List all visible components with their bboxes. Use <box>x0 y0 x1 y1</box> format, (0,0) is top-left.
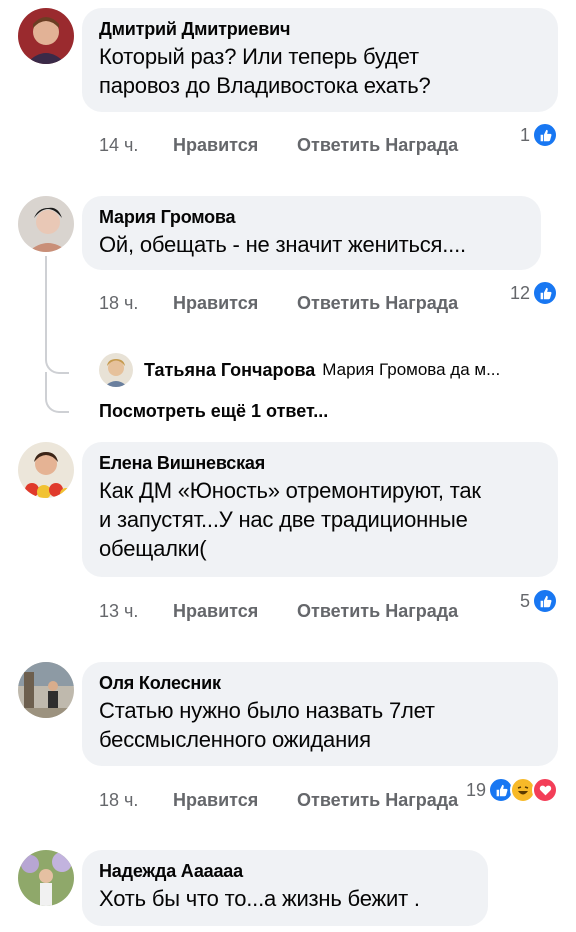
comment-time[interactable]: 14 ч. <box>99 134 173 156</box>
comment-text-line: Который раз? Или теперь будет <box>99 44 419 69</box>
reply-snippet: Мария Громова да м... <box>322 360 501 379</box>
comment-author[interactable]: Елена Вишневская <box>99 452 540 474</box>
comment-text-line: Хоть бы что то...а жизнь бежит . <box>99 886 420 911</box>
award-button[interactable]: Награда <box>385 134 458 156</box>
award-button[interactable]: Награда <box>385 789 458 811</box>
comment-text: Хоть бы что то...а жизнь бежит . <box>99 884 470 913</box>
reaction-count: 19 <box>465 780 486 800</box>
comment-actions: 14 ч. Нравится Ответить Награда <box>99 125 458 156</box>
thumbs-up-icon <box>532 588 558 614</box>
comment-text-line: Ой, обещать - не значит жениться.... <box>99 232 466 257</box>
award-button[interactable]: Награда <box>385 600 458 622</box>
reply-button[interactable]: Ответить <box>297 789 380 811</box>
avatar[interactable] <box>18 850 74 906</box>
comment-text: Как ДМ «Юность» отремонтируют, так и зап… <box>99 476 540 563</box>
comment-bubble: Дмитрий Дмитриевич Который раз? Или тепе… <box>82 8 558 112</box>
reaction-count: 12 <box>509 283 530 303</box>
reaction-summary[interactable]: 12 <box>510 280 558 306</box>
comment-bubble: Оля Колесник Статью нужно было назвать 7… <box>82 662 558 766</box>
comment-text-line: паровоз до Владивостока ехать? <box>99 73 431 98</box>
comment-author[interactable]: Мария Громова <box>99 206 523 228</box>
avatar[interactable] <box>18 442 74 498</box>
comment-actions: 18 ч. Нравится Ответить Награда <box>99 283 458 314</box>
comment-text: Ой, обещать - не значит жениться.... <box>99 230 523 259</box>
reply-preview[interactable]: Татьяна Гончарова Мария Громова да м... <box>99 353 500 387</box>
comment-time[interactable]: 18 ч. <box>99 789 173 811</box>
comment-text-line: обещалки( <box>99 536 207 561</box>
avatar[interactable] <box>18 8 74 64</box>
thread-connector <box>45 395 69 413</box>
comment-actions: 13 ч. Нравится Ответить Награда <box>99 591 458 622</box>
comment-text-line: бессмысленного ожидания <box>99 727 371 752</box>
comment-time[interactable]: 13 ч. <box>99 600 173 622</box>
comment-author[interactable]: Надежда Аааааа <box>99 860 470 882</box>
reaction-summary[interactable]: 19 <box>466 777 558 803</box>
avatar[interactable] <box>99 353 133 387</box>
comment-bubble: Елена Вишневская Как ДМ «Юность» отремон… <box>82 442 558 577</box>
reaction-count: 1 <box>519 125 530 145</box>
reaction-summary[interactable]: 5 <box>520 588 558 614</box>
avatar[interactable] <box>18 662 74 718</box>
reaction-summary[interactable]: 1 <box>520 122 558 148</box>
thumbs-up-icon <box>532 122 558 148</box>
reply-button[interactable]: Ответить <box>297 134 380 156</box>
thumbs-up-icon <box>532 280 558 306</box>
reply-button[interactable]: Ответить <box>297 292 380 314</box>
reply-author[interactable]: Татьяна Гончарова <box>144 360 315 381</box>
comment-text: Статью нужно было назвать 7лет бессмысле… <box>99 696 540 754</box>
award-button[interactable]: Награда <box>385 292 458 314</box>
reply-button[interactable]: Ответить <box>297 600 380 622</box>
comment-time[interactable]: 18 ч. <box>99 292 173 314</box>
reaction-count: 5 <box>519 591 530 611</box>
comment-bubble: Мария Громова Ой, обещать - не значит же… <box>82 196 541 270</box>
like-button[interactable]: Нравится <box>173 292 297 314</box>
like-button[interactable]: Нравится <box>173 789 297 811</box>
comment-author[interactable]: Дмитрий Дмитриевич <box>99 18 540 40</box>
comment-text-line: Как ДМ «Юность» отремонтируют, так <box>99 478 481 503</box>
comment-text: Который раз? Или теперь будет паровоз до… <box>99 42 540 100</box>
like-button[interactable]: Нравится <box>173 134 297 156</box>
comment-text-line: Статью нужно было назвать 7лет <box>99 698 435 723</box>
view-more-replies-link[interactable]: Посмотреть ещё 1 ответ... <box>99 401 328 422</box>
comment-bubble: Надежда Аааааа Хоть бы что то...а жизнь … <box>82 850 488 926</box>
comment-author[interactable]: Оля Колесник <box>99 672 540 694</box>
like-button[interactable]: Нравится <box>173 600 297 622</box>
comment-text-line: и запустят...У нас две традиционные <box>99 507 468 532</box>
avatar[interactable] <box>18 196 74 252</box>
comment-actions: 18 ч. Нравится Ответить Награда <box>99 780 458 811</box>
thread-line <box>45 256 69 356</box>
heart-icon <box>532 777 558 803</box>
